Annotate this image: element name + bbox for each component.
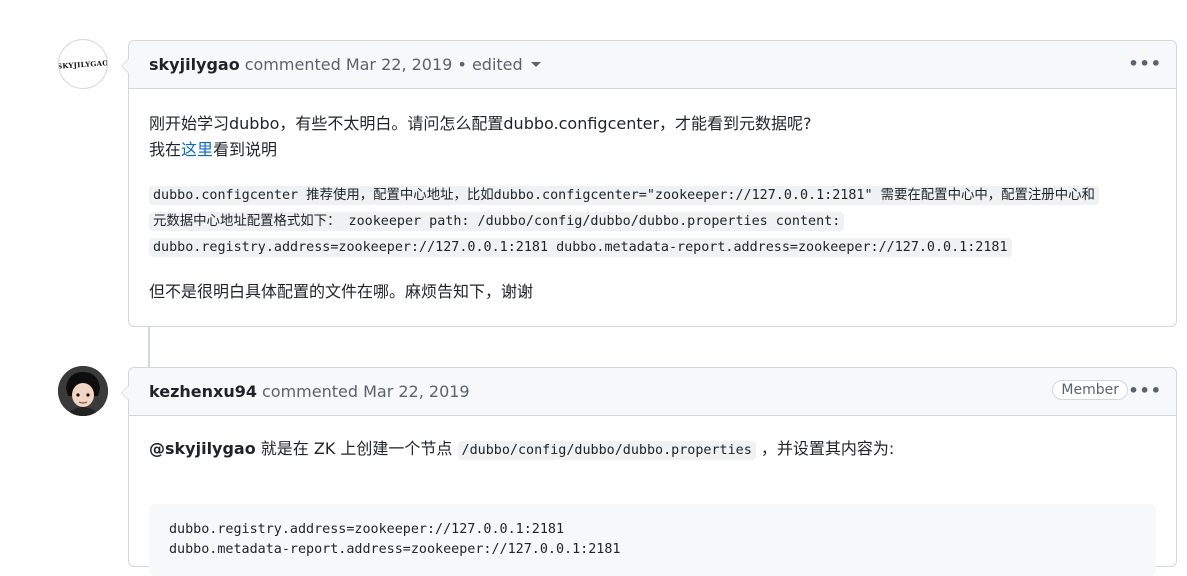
comment-card-skyjilygao: skyjilygao commented Mar 22, 2019 • edit… (121, 40, 1177, 327)
timeline-connector (148, 327, 150, 367)
chevron-down-icon[interactable] (530, 62, 541, 67)
comment-text: 看到说明 (213, 140, 278, 159)
comment-text: 就是在 ZK 上创建一个节点 (255, 439, 458, 458)
here-link[interactable]: 这里 (181, 140, 213, 159)
quote-line: dubbo.registry.address=zookeeper://127.0… (149, 238, 1012, 257)
comment-header: skyjilygao commented Mar 22, 2019 • edit… (121, 41, 1176, 89)
comment-paragraph: 但不是很明白具体配置的文件在哪。麻烦告知下，谢谢 (149, 282, 534, 301)
avatar-kezhenxu94[interactable] (58, 366, 108, 416)
comment-author[interactable]: skyjilygao (149, 55, 240, 74)
comment-text: 我在 (149, 140, 182, 159)
quote-line: 元数据中心地址配置格式如下： zookeeper path: /dubbo/co… (149, 212, 845, 231)
comment-text: ，并设置其内容为: (755, 439, 895, 458)
comment-text: 刚开始学习dubbo，有些不太明白。请问怎么配置dubbo.configcent… (149, 114, 812, 133)
comment-paragraph: @skyjilygao 就是在 ZK 上创建一个节点 /dubbo/config… (149, 436, 1156, 464)
comment-paragraph: 刚开始学习dubbo，有些不太明白。请问怎么配置dubbo.configcent… (149, 111, 1156, 163)
comment-card-kezhenxu94: kezhenxu94 commented Mar 22, 2019 Member… (121, 367, 1177, 576)
more-options-icon[interactable]: ••• (1128, 54, 1162, 73)
avatar-text: SKYJILYGAO (58, 57, 108, 71)
comment-meta[interactable]: commented Mar 22, 2019 (262, 382, 470, 401)
comment-meta[interactable]: commented Mar 22, 2019 • edited (245, 55, 523, 74)
avatar-image-icon (58, 366, 108, 416)
code-line: dubbo.registry.address=zookeeper://127.0… (169, 522, 565, 537)
member-badge: Member (1052, 380, 1128, 400)
comment-body: 刚开始学习dubbo，有些不太明白。请问怎么配置dubbo.configcent… (129, 111, 1176, 305)
user-mention[interactable]: @skyjilygao (149, 439, 256, 458)
comment-pointer (121, 385, 129, 401)
more-options-icon[interactable]: ••• (1128, 381, 1162, 400)
comment-header: kezhenxu94 commented Mar 22, 2019 Member… (121, 368, 1176, 416)
quote-line: dubbo.configcenter 推荐使用，配置中心地址，比如dubbo.c… (149, 186, 1099, 205)
inline-code: /dubbo/config/dubbo/dubbo.properties (457, 441, 756, 460)
comment-body: @skyjilygao 就是在 ZK 上创建一个节点 /dubbo/config… (129, 436, 1176, 576)
comment-author[interactable]: kezhenxu94 (149, 382, 257, 401)
code-line: dubbo.metadata-report.address=zookeeper:… (169, 542, 621, 557)
avatar-skyjilygao[interactable]: SKYJILYGAO (58, 39, 108, 89)
comment-pointer (121, 58, 129, 74)
code-block: dubbo.registry.address=zookeeper://127.0… (149, 504, 1156, 576)
quoted-code: dubbo.configcenter 推荐使用，配置中心地址，比如dubbo.c… (149, 183, 1156, 261)
